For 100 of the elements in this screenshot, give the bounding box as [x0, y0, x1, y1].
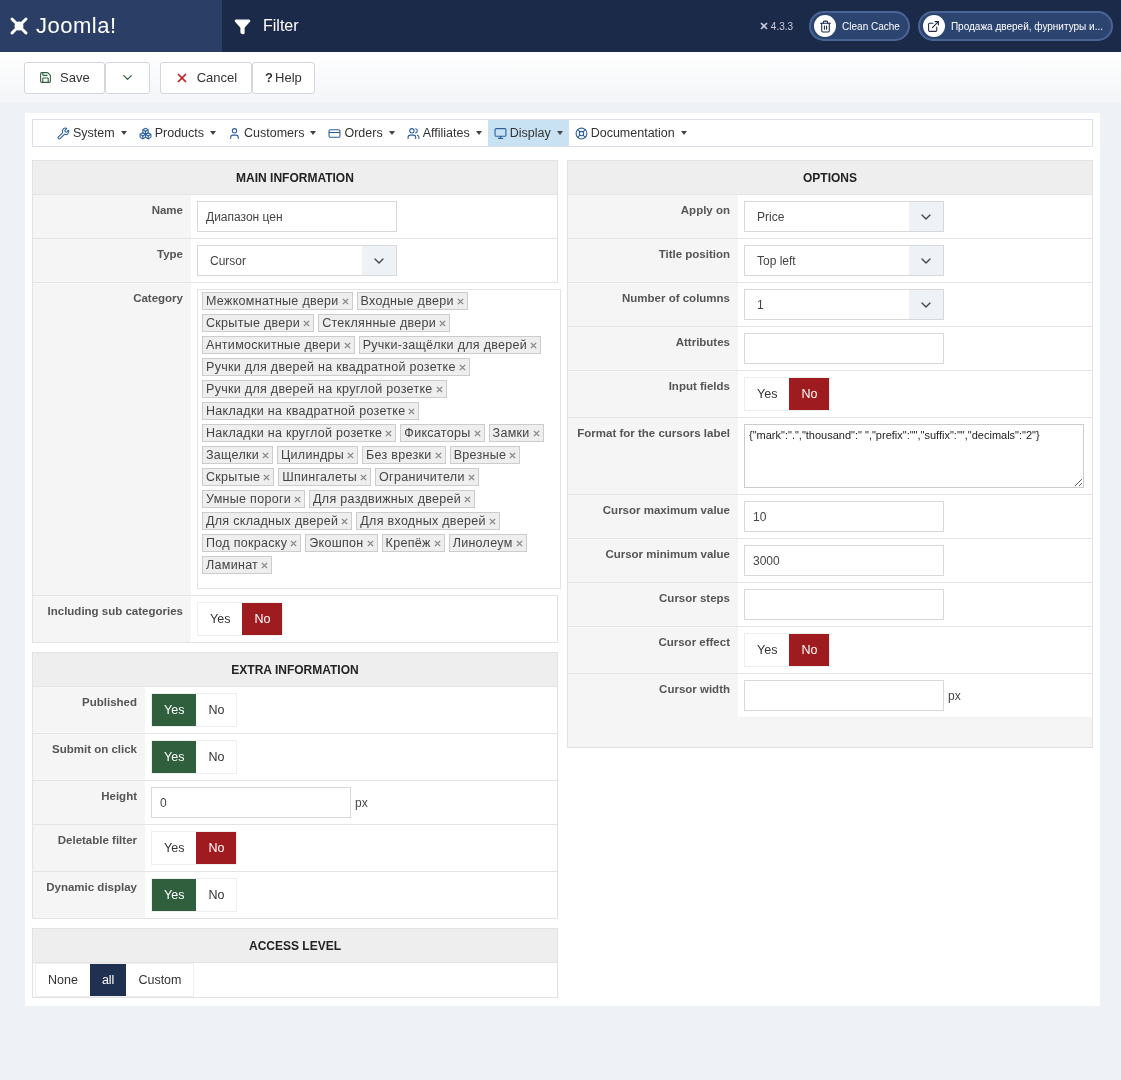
category-tag: Под покраску — [202, 534, 302, 552]
text-field[interactable] — [744, 333, 944, 364]
menu-icon — [574, 126, 588, 140]
remove-icon[interactable] — [532, 429, 540, 437]
category-tag: Крепёж — [381, 534, 445, 552]
text-field[interactable] — [744, 680, 944, 711]
menu-item[interactable]: Affiliates — [400, 120, 488, 146]
select-field[interactable]: Top left — [744, 245, 944, 276]
remove-icon[interactable] — [515, 539, 523, 547]
menu-item[interactable]: Customers — [222, 120, 323, 146]
category-tag: Замки — [488, 424, 544, 442]
field-label: Name — [33, 195, 191, 238]
page-title: Filter — [263, 17, 299, 35]
textarea-field[interactable]: {"mark":".","thousand":" ","prefix":"","suffix":"","decimals":"2"} — [744, 424, 1084, 488]
toggle-option[interactable]: Yes — [152, 741, 197, 773]
category-tag: Экошпон — [305, 534, 378, 552]
remove-icon[interactable] — [488, 517, 496, 525]
remove-icon[interactable] — [473, 429, 481, 437]
toggle-option[interactable]: No — [196, 832, 237, 864]
menu-item[interactable]: Products — [132, 120, 223, 146]
category-tag: Скрытые — [202, 468, 275, 486]
menu-item[interactable]: Documentation — [568, 120, 693, 146]
tag-field[interactable] — [197, 289, 561, 589]
remove-icon[interactable] — [263, 473, 271, 481]
remove-icon[interactable] — [464, 495, 472, 503]
toggle-option[interactable]: No — [789, 378, 830, 410]
remove-icon[interactable] — [458, 363, 466, 371]
category-tag: Без врезки — [362, 446, 446, 464]
help-button[interactable]: ?Help — [252, 61, 315, 94]
remove-icon[interactable] — [343, 341, 351, 349]
remove-icon[interactable] — [385, 429, 393, 437]
category-tag: Стеклянные двери — [318, 314, 451, 332]
header-button[interactable]: Продажа дверей, фурнитуры и... — [917, 11, 1113, 41]
remove-icon[interactable] — [262, 451, 270, 459]
remove-icon[interactable] — [261, 561, 269, 569]
menu-icon — [406, 126, 420, 140]
remove-icon[interactable] — [408, 407, 416, 415]
field-label: Dynamic display — [33, 872, 145, 918]
category-tag: Для складных дверей — [202, 512, 353, 530]
remove-icon[interactable] — [294, 495, 302, 503]
menu-item[interactable]: System — [51, 120, 133, 146]
category-tag: Цилиндры — [277, 446, 359, 464]
select-field[interactable]: Cursor — [197, 245, 397, 276]
remove-icon[interactable] — [509, 451, 517, 459]
section-title: MAIN INFORMATION — [33, 161, 557, 194]
remove-icon[interactable] — [467, 473, 475, 481]
remove-icon[interactable] — [456, 297, 464, 305]
category-tag: Линолеум — [448, 534, 527, 552]
category-tag: Ламинат — [202, 556, 273, 574]
filter-icon — [234, 17, 251, 35]
field-label: Deletable filter — [33, 825, 145, 871]
unit-label: px — [355, 795, 368, 810]
header-button[interactable]: Clean Cache — [809, 11, 910, 41]
remove-icon[interactable] — [341, 297, 349, 305]
menu-icon — [138, 126, 152, 140]
menu-item[interactable]: Display — [487, 120, 569, 146]
remove-icon[interactable] — [303, 319, 311, 327]
category-tag: Для раздвижных дверей — [309, 490, 476, 508]
select-field[interactable]: Price — [744, 201, 944, 232]
remove-icon[interactable] — [347, 451, 355, 459]
category-tag: Умные пороги — [202, 490, 306, 508]
remove-icon[interactable] — [435, 385, 443, 393]
category-tag: Фиксаторы — [400, 424, 485, 442]
remove-icon[interactable] — [366, 539, 374, 547]
remove-icon[interactable] — [360, 473, 368, 481]
field-label: Type — [33, 239, 191, 282]
select-field[interactable]: 1 — [744, 289, 944, 320]
toggle-option[interactable]: Yes — [152, 879, 197, 911]
category-tag: Шпингалеты — [278, 468, 372, 486]
category-tag: Накладки на квадратной розетке — [202, 402, 420, 420]
logo[interactable]: Joomla! — [0, 0, 222, 52]
text-field[interactable]: 10 — [744, 501, 944, 532]
text-field[interactable] — [744, 589, 944, 620]
remove-icon[interactable] — [439, 319, 447, 327]
save-button[interactable]: Save — [24, 61, 105, 94]
field-label: Height — [33, 781, 145, 824]
remove-icon[interactable] — [434, 451, 442, 459]
cancel-button[interactable]: Cancel — [159, 61, 253, 94]
category-tag: Защелки — [202, 446, 274, 464]
menu-item[interactable]: Orders — [322, 120, 401, 146]
category-tag: Скрытые двери — [202, 314, 315, 332]
menu-icon — [57, 126, 70, 140]
menu-icon — [493, 126, 507, 140]
toggle-option[interactable]: No — [789, 634, 830, 666]
remove-icon[interactable] — [341, 517, 349, 525]
category-tag: Ручки-защёлки для дверей — [358, 336, 542, 354]
unit-label: px — [948, 688, 961, 703]
joomla-mark-icon — [759, 22, 768, 30]
trash-icon — [818, 19, 832, 33]
section-title: EXTRA INFORMATION — [33, 653, 557, 686]
toggle-option[interactable]: Yes — [152, 694, 197, 726]
logo-mark-icon — [8, 15, 30, 37]
toggle-option[interactable]: No — [242, 603, 283, 635]
remove-icon[interactable] — [530, 341, 538, 349]
text-field[interactable]: Диапазон цен — [197, 201, 397, 232]
text-field[interactable]: 3000 — [744, 545, 944, 576]
remove-icon[interactable] — [290, 539, 298, 547]
remove-icon[interactable] — [433, 539, 441, 547]
text-field[interactable]: 0 — [151, 787, 351, 818]
toggle-option[interactable]: all — [89, 964, 127, 996]
